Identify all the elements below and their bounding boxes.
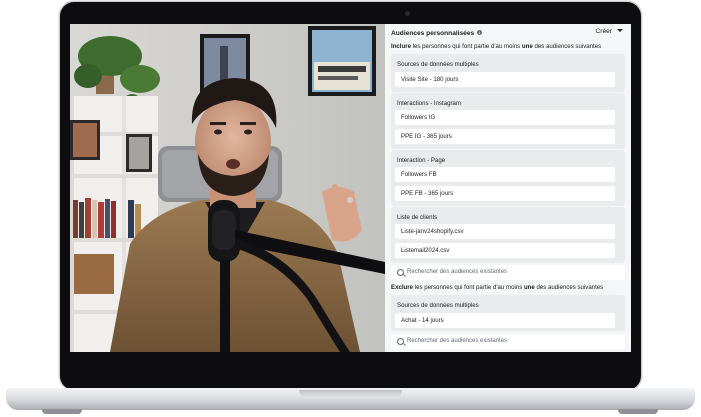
exclude-rule-middle: les personnes qui font partie d'au moins — [413, 284, 524, 291]
group-title: Interactions - Instagram — [397, 100, 462, 107]
include-group-multi-sources: Sources de données multiples Visite Site… — [391, 54, 625, 92]
include-group-instagram: Interactions - Instagram Followers IG PP… — [391, 93, 625, 149]
laptop-foot-right — [618, 409, 658, 414]
audience-item[interactable]: PPE IG - 365 jours — [395, 129, 615, 144]
caret-down-icon — [617, 29, 623, 32]
audience-item[interactable]: Visite Site - 180 jours — [395, 72, 615, 87]
include-rule: Inclure les personnes qui font partie d'… — [391, 43, 601, 50]
search-placeholder: Rechercher des audiences existantes — [407, 338, 508, 344]
custom-audiences-panel: Audiences personnalisées i Créer Inclure … — [385, 24, 631, 352]
group-title: Liste de clients — [397, 214, 438, 221]
exclude-rule-suffix: des audiences suivantes — [534, 284, 604, 291]
audience-item[interactable]: Listemail2024.csv — [395, 243, 615, 258]
audience-item[interactable]: PPE FB - 365 jours — [395, 186, 615, 201]
include-group-page: Interaction - Page Followers FB PPE FB -… — [391, 150, 625, 206]
group-title: Sources de données multiples — [397, 61, 479, 68]
laptop-notch — [299, 390, 402, 398]
include-group-customer-list: Liste de clients Liste-janv24shopify.csv… — [391, 207, 625, 263]
info-icon[interactable]: i — [477, 30, 483, 35]
search-icon — [397, 338, 404, 345]
exclude-search-input[interactable]: Rechercher des audiences existantes — [391, 334, 625, 349]
audience-item[interactable]: Followers FB — [395, 167, 615, 182]
laptop-foot-left — [42, 409, 82, 414]
search-icon — [397, 269, 404, 276]
include-search-input[interactable]: Rechercher des audiences existantes — [391, 265, 625, 280]
camera-icon — [405, 11, 410, 16]
video-frame[interactable] — [70, 24, 385, 352]
exclude-group-multi-sources: Sources de données multiples Achat - 14 … — [391, 295, 625, 331]
audience-item[interactable]: Achat - 14 jours — [395, 313, 615, 328]
create-button[interactable]: Créer — [595, 28, 623, 35]
panel-title-text: Audiences personnalisées — [391, 30, 475, 37]
screen-bezel-bottom — [70, 352, 631, 374]
presenter-video-image — [70, 24, 385, 352]
include-rule-prefix: Inclure — [391, 43, 411, 50]
search-placeholder: Rechercher des audiences existantes — [407, 269, 508, 275]
exclude-rule-prefix: Exclure — [391, 284, 414, 291]
exclude-rule: Exclure les personnes qui font partie d'… — [391, 284, 603, 291]
include-rule-bold: une — [521, 43, 533, 50]
screen: Audiences personnalisées i Créer Inclure … — [70, 24, 631, 352]
include-rule-middle: les personnes qui font partie d'au moins — [410, 43, 522, 50]
group-title: Interaction - Page — [397, 157, 446, 164]
create-button-label: Créer — [595, 28, 613, 35]
exclude-rule-bold: une — [523, 284, 535, 291]
audience-item[interactable]: Liste-janv24shopify.csv — [395, 224, 615, 239]
panel-title: Audiences personnalisées i — [391, 30, 483, 37]
include-rule-suffix: des audiences suivantes — [532, 43, 602, 50]
group-title: Sources de données multiples — [397, 302, 479, 309]
audience-item[interactable]: Followers IG — [395, 110, 615, 125]
